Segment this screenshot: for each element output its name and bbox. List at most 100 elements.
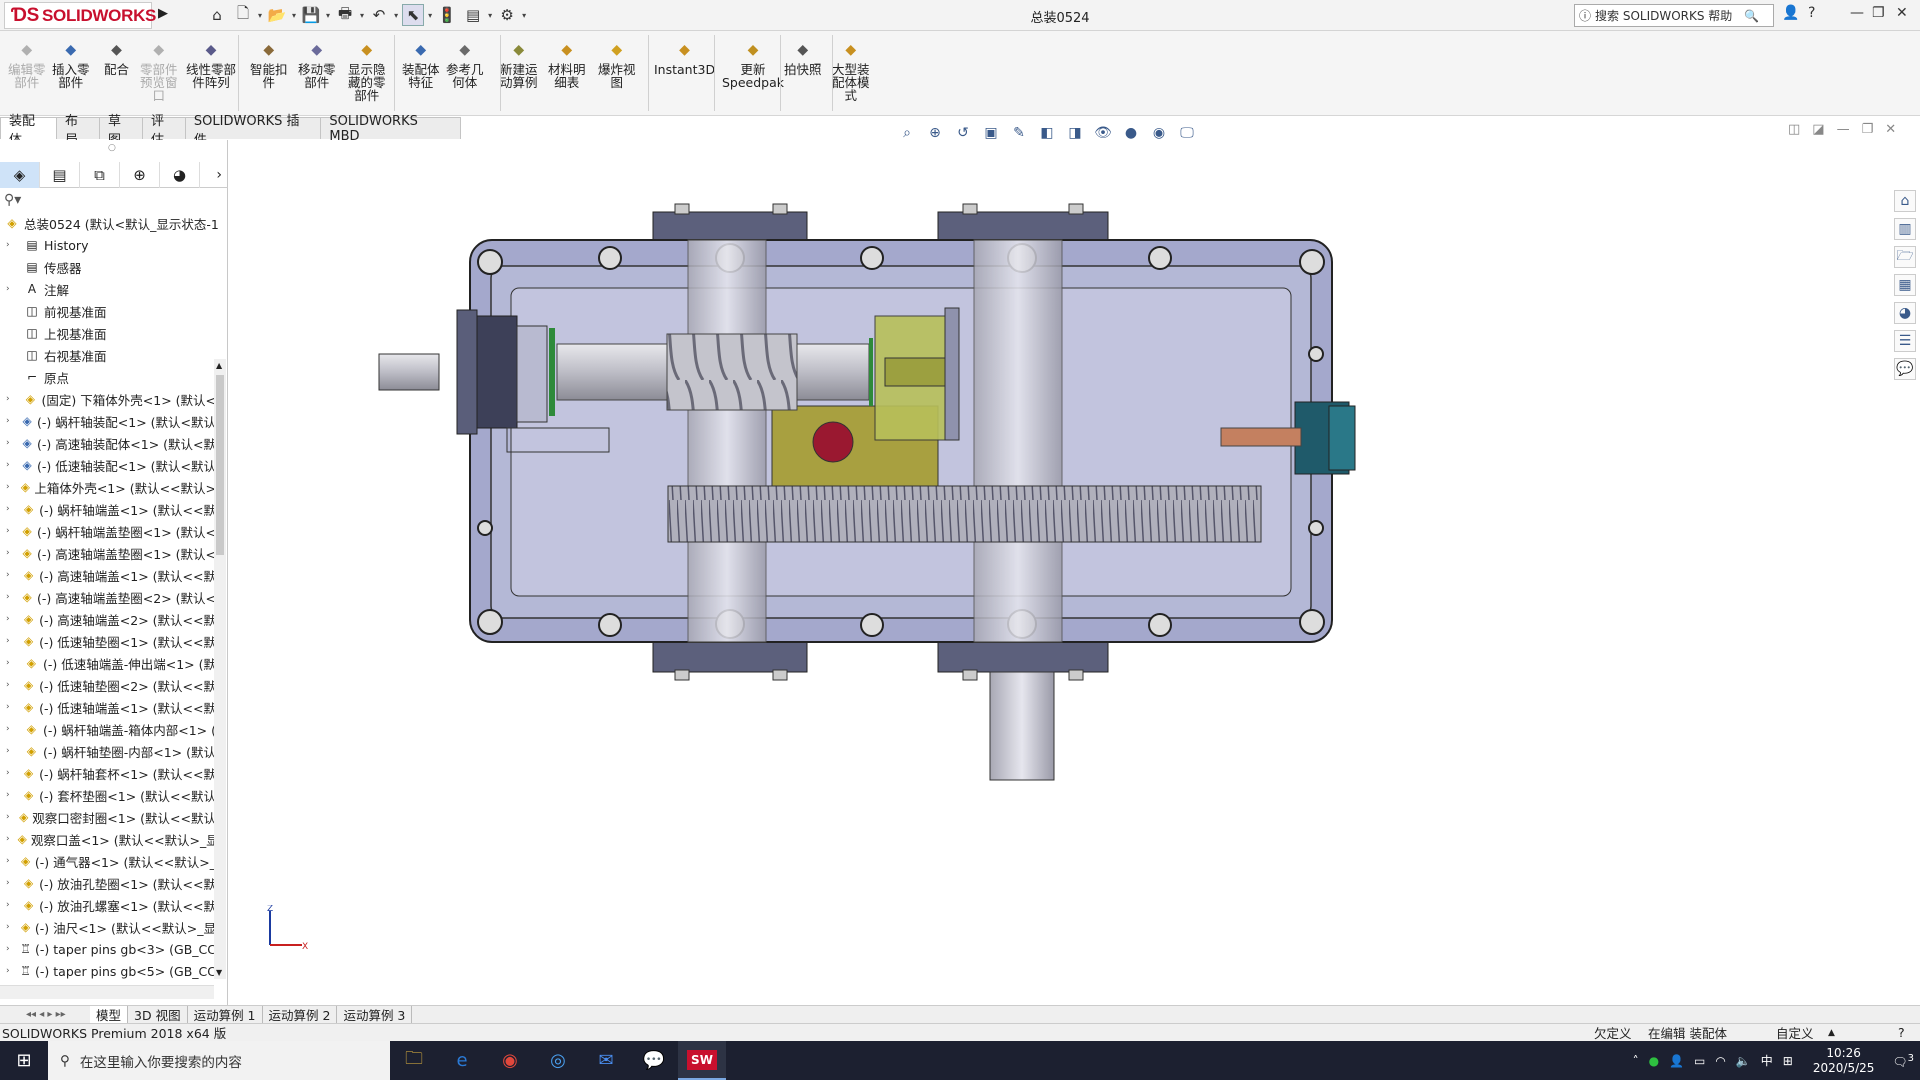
configuration-manager-tab-icon[interactable]: ⧉ xyxy=(80,161,120,188)
file-explorer-icon[interactable]: 🗀 xyxy=(390,1041,438,1080)
expand-arrow-icon[interactable]: › xyxy=(6,284,16,294)
bottom-tab-4[interactable]: 运动算例 3 xyxy=(337,1006,413,1023)
filter-icon[interactable]: ⚲▾ xyxy=(4,192,21,208)
expand-arrow-icon[interactable]: › xyxy=(6,504,14,514)
solidworks-resources-icon[interactable]: ⌂ xyxy=(1894,190,1916,212)
tree-item[interactable]: › ◈ (-) 蜗杆轴端盖<1> (默认<<默 xyxy=(0,498,216,520)
tree-item[interactable]: › ◈ (-) 高速轴端盖垫圈<2> (默认< xyxy=(0,586,216,608)
tab-1[interactable]: 布局 xyxy=(55,114,100,148)
smart-fasteners-button[interactable]: ◆ 智能扣 件 xyxy=(250,39,288,90)
scroll-up-arrow-icon[interactable]: ▲ xyxy=(216,361,222,370)
tree-item[interactable]: › ◈ (固定) 下箱体外壳<1> (默认< xyxy=(0,388,216,410)
restore-icon[interactable]: ❐ xyxy=(1872,5,1885,21)
mail-icon[interactable]: ✉ xyxy=(582,1041,630,1080)
qq-browser-icon[interactable]: ◎ xyxy=(534,1041,582,1080)
tree-item[interactable]: › ◈ (-) 油尺<1> (默认<<默认>_显 xyxy=(0,916,216,938)
expand-arrow-icon[interactable]: › xyxy=(6,636,14,646)
feature-manager-tab-icon[interactable]: ◈ xyxy=(0,161,40,188)
expand-arrow-icon[interactable]: › xyxy=(6,460,13,470)
tree-item[interactable]: › ◈ (-) 蜗杆轴套杯<1> (默认<<默 xyxy=(0,762,216,784)
expand-arrow-icon[interactable]: › xyxy=(6,548,13,558)
expand-arrow-icon[interactable]: › xyxy=(6,702,14,712)
new-motion-study-button[interactable]: ◆ 新建运 动算例 xyxy=(500,39,538,90)
snapshot-button[interactable]: ◆ 拍快照 xyxy=(784,39,822,77)
tab-2[interactable]: 草图 xyxy=(98,114,143,148)
tab-4[interactable]: SOLIDWORKS 插件 xyxy=(184,114,322,148)
tab-5[interactable]: SOLIDWORKS MBD xyxy=(320,114,461,144)
edge-browser-icon[interactable]: e xyxy=(438,1041,486,1080)
taskbar-search-input[interactable]: ⚲ 在这里输入你要搜索的内容 xyxy=(48,1041,390,1080)
tree-item[interactable]: › ◈ 观察口密封圈<1> (默认<<默认 xyxy=(0,806,216,828)
wifi-icon[interactable]: ◠ xyxy=(1715,1054,1725,1068)
view-pane-left-icon[interactable]: ◫ xyxy=(1788,122,1800,137)
tab-scroll-arrows[interactable]: ◂◂ ◂ ▸ ▸▸ xyxy=(0,1006,90,1023)
options-gear-icon[interactable]: ⚙ xyxy=(496,4,518,26)
tab-0[interactable]: 装配体 xyxy=(0,114,57,148)
bottom-tab-3[interactable]: 运动算例 2 xyxy=(263,1006,338,1023)
expand-arrow-icon[interactable]: › xyxy=(6,878,14,888)
view-palette-icon[interactable]: ▦ xyxy=(1894,274,1916,296)
instant3d-button[interactable]: ◆ Instant3D xyxy=(654,39,715,77)
tree-item[interactable]: ◫ 右视基准面 xyxy=(0,344,216,366)
menu-expand-arrow[interactable]: ▶ xyxy=(158,6,168,21)
component-preview-button[interactable]: ◆ 零部件 预览窗 口 xyxy=(140,39,178,103)
display-manager-tab-icon[interactable]: ◕ xyxy=(160,161,200,188)
expand-arrow-icon[interactable]: › xyxy=(6,812,11,822)
bottom-tab-2[interactable]: 运动算例 1 xyxy=(188,1006,263,1023)
tree-item[interactable]: › ◈ (-) 低速轴垫圈<2> (默认<<默 xyxy=(0,674,216,696)
file-properties-icon[interactable]: ▤ xyxy=(462,4,484,26)
tree-item[interactable]: › ◈ (-) 套杯垫圈<1> (默认<<默认 xyxy=(0,784,216,806)
expand-arrow-icon[interactable]: › xyxy=(6,680,14,690)
expand-arrow-icon[interactable]: › xyxy=(6,768,14,778)
view-pane-right-icon[interactable]: ◪ xyxy=(1812,122,1824,137)
tree-item[interactable]: › ◈ (-) 高速轴端盖<2> (默认<<默 xyxy=(0,608,216,630)
expand-arrow-icon[interactable]: › xyxy=(6,614,14,624)
forum-icon[interactable]: 💬 xyxy=(1894,358,1916,380)
design-library-icon[interactable]: ▥ xyxy=(1894,218,1916,240)
units-arrow-icon[interactable]: ▲ xyxy=(1828,1028,1835,1038)
scroll-down-arrow-icon[interactable]: ▼ xyxy=(216,968,222,977)
clock[interactable]: 10:26 2020/5/25 xyxy=(1813,1046,1875,1076)
tree-item[interactable]: › ♖ (-) taper pins gb<3> (GB_CC xyxy=(0,938,216,960)
file-explorer-icon[interactable]: 🗁 xyxy=(1894,246,1916,268)
select-icon[interactable]: ⬉ xyxy=(402,4,425,26)
close-icon[interactable]: ✕ xyxy=(1896,5,1908,21)
bom-button[interactable]: ◆ 材料明 细表 xyxy=(548,39,586,90)
panel-grip[interactable]: ○ xyxy=(108,143,116,153)
linear-pattern-button[interactable]: ◆ 线性零部 件阵列 xyxy=(186,39,236,90)
dimxpert-tab-icon[interactable]: ⊕ xyxy=(120,161,160,188)
reference-geometry-button[interactable]: ◆ 参考几 何体 xyxy=(446,39,484,90)
worm-input-shaft[interactable] xyxy=(378,353,440,391)
expand-arrow-icon[interactable]: › xyxy=(6,746,16,756)
edit-component-button[interactable]: ◆ 编辑零 部件 xyxy=(8,39,46,90)
help-menu-icon[interactable]: ? xyxy=(1808,5,1815,21)
volume-icon[interactable]: 🔈 xyxy=(1736,1054,1751,1068)
appearances-icon[interactable]: ◕ xyxy=(1894,302,1916,324)
tree-item[interactable]: ◫ 上视基准面 xyxy=(0,322,216,344)
expand-arrow-icon[interactable]: › xyxy=(6,790,14,800)
expand-arrow-icon[interactable]: › xyxy=(6,966,12,976)
expand-arrow-icon[interactable]: › xyxy=(6,592,13,602)
view-restore-icon[interactable]: ❐ xyxy=(1862,122,1874,137)
tree-item[interactable]: › ◈ (-) 蜗杆轴端盖-箱体内部<1> ( xyxy=(0,718,216,740)
save-icon[interactable]: 💾 xyxy=(300,4,322,26)
tree-item[interactable]: › ◈ (-) 高速轴端盖<1> (默认<<默 xyxy=(0,564,216,586)
chrome-icon[interactable]: ◉ xyxy=(486,1041,534,1080)
expand-arrow-icon[interactable]: › xyxy=(6,944,12,954)
tree-item[interactable]: › ◈ (-) 放油孔螺塞<1> (默认<<默 xyxy=(0,894,216,916)
tree-item[interactable]: › ◈ (-) 通气器<1> (默认<<默认>_ xyxy=(0,850,216,872)
solidworks-taskbar-icon[interactable]: SW xyxy=(678,1041,726,1080)
tree-item[interactable]: › ◈ 观察口盖<1> (默认<<默认>_显 xyxy=(0,828,216,850)
tray-expand-icon[interactable]: ˄ xyxy=(1633,1054,1639,1068)
tree-item[interactable]: ⌐ 原点 xyxy=(0,366,216,388)
tree-item[interactable]: › ◈ (-) 低速轴端盖-伸出端<1> (默 xyxy=(0,652,216,674)
expand-arrow-icon[interactable]: › xyxy=(6,834,10,844)
traffic-light-icon[interactable]: 🚦 xyxy=(436,4,458,26)
undo-icon[interactable]: ↶ xyxy=(368,4,390,26)
tree-item[interactable]: ◫ 前视基准面 xyxy=(0,300,216,322)
search-icon[interactable]: 🔍 xyxy=(1744,9,1759,23)
windows-start-icon[interactable]: ⊞ xyxy=(0,1041,48,1080)
wechat-icon[interactable]: 💬 xyxy=(630,1041,678,1080)
units-selector[interactable]: 自定义 xyxy=(1776,1023,1814,1042)
insert-components-button[interactable]: ◆ 插入零 部件 xyxy=(52,39,90,90)
